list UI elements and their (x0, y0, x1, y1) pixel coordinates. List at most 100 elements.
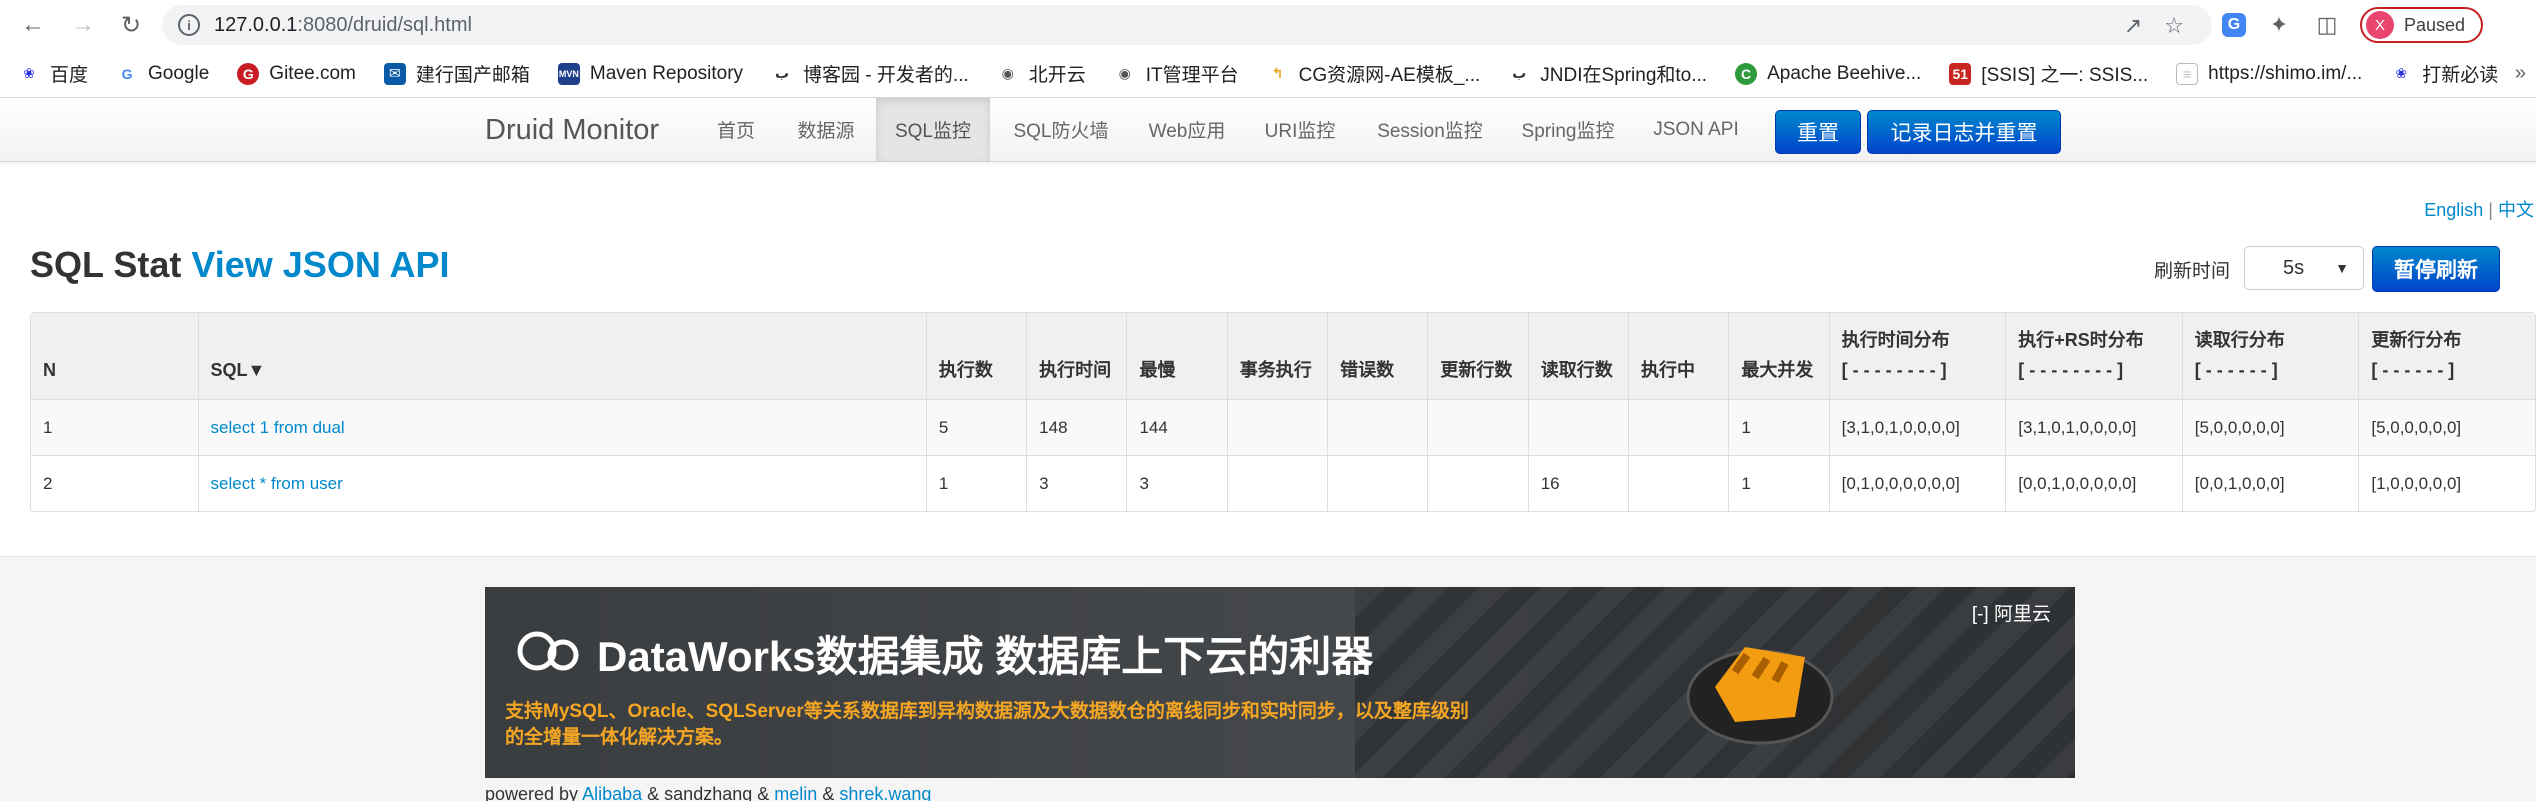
col-header[interactable]: 执行+RS时分布[ - - - - - - - - ] (2005, 313, 2182, 399)
col-header[interactable]: 最大并发 (1728, 313, 1829, 399)
col-header[interactable]: 读取行数 (1527, 313, 1629, 399)
aliyun-logo: [-] 阿里云 (1972, 599, 2051, 626)
aliyun-bracket-icon: [-] (1971, 604, 1989, 625)
bookmark-item[interactable]: ❀ 百度 (18, 60, 88, 87)
cell: 144 (1126, 399, 1227, 455)
bookmark-label: Google (148, 62, 210, 84)
back-icon[interactable]: ← (8, 0, 58, 50)
cell (1226, 399, 1328, 455)
bookmark-item[interactable]: ◉ 北开云 (997, 60, 1086, 87)
mail-icon: ✉ (383, 62, 406, 85)
powered-by: powered by Alibaba & sandzhang & melin &… (485, 784, 931, 801)
cell: [3,1,0,1,0,0,0,0] (1828, 399, 2006, 455)
bookmark-label: IT管理平台 (1145, 65, 1239, 86)
bookmark-item[interactable]: ✉ 建行国产邮箱 (383, 60, 530, 87)
melin-link[interactable]: melin (774, 784, 817, 801)
col-header[interactable]: 错误数 (1327, 313, 1428, 399)
col-header[interactable]: 执行中 (1628, 313, 1729, 399)
cell (1226, 455, 1328, 511)
cell: [5,0,0,0,0,0] (2181, 399, 2359, 455)
nav-json-api[interactable]: JSON API (1640, 98, 1752, 161)
nav-datasource[interactable]: 数据源 (780, 98, 872, 161)
col-header[interactable]: 执行时间 (1026, 313, 1127, 399)
sandzhang-text: sandzhang (664, 784, 753, 801)
globe-icon: ◉ (1001, 65, 1014, 81)
bookmark-item[interactable]: ≡ https://shimo.im/... (2176, 62, 2362, 85)
col-header[interactable]: 执行时间分布[ - - - - - - - - ] (1828, 313, 2006, 399)
shrek-link[interactable]: shrek.wang (839, 784, 931, 801)
bookmark-item[interactable]: G Gitee.com (237, 62, 356, 85)
bookmark-star-icon[interactable]: ☆ (2164, 13, 2184, 39)
druid-navbar: Druid Monitor 首页 数据源 SQL监控 SQL防火墙 Web应用 … (0, 98, 2536, 162)
bookmark-item[interactable]: MVN Maven Repository (557, 62, 743, 85)
more-bookmarks-icon[interactable]: » (2515, 62, 2526, 85)
share-icon[interactable]: ↗ (2124, 13, 2142, 39)
lang-chinese-link[interactable]: 中文 (2498, 200, 2534, 220)
bookmark-item[interactable]: ◉ IT管理平台 (1114, 60, 1239, 87)
refresh-interval-select[interactable]: 5s ▼ (2244, 246, 2364, 290)
col-header-sql-sort[interactable]: SQL▼ (197, 313, 926, 399)
col-header[interactable]: 更新行数 (1427, 313, 1528, 399)
cell (1427, 399, 1528, 455)
orange-chip-icon (1686, 647, 1834, 745)
col-header[interactable]: 执行数 (925, 313, 1027, 399)
site-info-icon[interactable]: i (178, 14, 200, 36)
bookmark-item[interactable]: 51 [SSIS] 之一: SSIS... (1949, 60, 2148, 87)
side-panel-icon[interactable]: ◫ (2312, 10, 2342, 40)
nav-uri[interactable]: URI监控 (1250, 98, 1350, 161)
extensions-icon[interactable]: ✦ (2264, 10, 2294, 40)
nav-spring[interactable]: Spring监控 (1512, 98, 1624, 161)
sql-detail-link[interactable]: select 1 from dual (211, 418, 345, 437)
forward-icon[interactable]: → (58, 0, 108, 50)
cell (1628, 399, 1729, 455)
cell (1327, 399, 1428, 455)
bookmark-item[interactable]: ب 博客园 - 开发者的... (771, 60, 969, 87)
alibaba-link[interactable]: Alibaba (582, 784, 642, 801)
page-title-text: SQL Stat (30, 244, 182, 285)
cell (1427, 455, 1528, 511)
browser-toolbar: ← → ↻ i 127.0.0.1:8080/druid/sql.html ↗ … (0, 0, 2536, 50)
bookmark-label: 北开云 (1028, 65, 1086, 86)
sql-detail-link[interactable]: select * from user (211, 474, 343, 493)
brand[interactable]: Druid Monitor (485, 114, 659, 147)
pause-refresh-button[interactable]: 暂停刷新 (2372, 246, 2500, 292)
cell: 3 (1126, 455, 1227, 511)
cell: 148 (1026, 399, 1127, 455)
reset-button[interactable]: 重置 (1775, 110, 1861, 154)
reload-icon[interactable]: ↻ (106, 0, 156, 50)
lang-english-link[interactable]: English (2424, 200, 2483, 220)
bookmark-label: [SSIS] 之一: SSIS... (1981, 65, 2149, 86)
nav-session[interactable]: Session监控 (1370, 98, 1490, 161)
bookmark-item[interactable]: ب JNDI在Spring和to... (1508, 60, 1707, 87)
chevron-down-icon: ▼ (2335, 260, 2349, 276)
bookmark-label: 百度 (50, 65, 89, 86)
dataworks-ad-banner[interactable]: DataWorks数据集成 数据库上下云的利器 支持MySQL、Oracle、S… (485, 587, 2075, 778)
translate-icon[interactable]: G (2222, 13, 2246, 37)
bookmark-item[interactable]: ↰ CG资源网-AE模板_... (1267, 60, 1480, 87)
profile-button[interactable]: X Paused (2360, 7, 2484, 43)
amp: & (822, 784, 835, 801)
nav-wall[interactable]: SQL防火墙 (1000, 98, 1122, 161)
bookmark-label: JNDI在Spring和to... (1540, 65, 1708, 86)
cell: 1 (1728, 455, 1829, 511)
nav-webapp[interactable]: Web应用 (1136, 98, 1238, 161)
bookmark-item[interactable]: G Google (116, 62, 210, 85)
nav-sql[interactable]: SQL监控 (876, 98, 990, 161)
bookmark-item[interactable]: C Apache Beehive... (1735, 62, 1921, 85)
col-header[interactable]: 最慢 (1126, 313, 1227, 399)
log-and-reset-button[interactable]: 记录日志并重置 (1867, 110, 2061, 154)
view-json-api-link[interactable]: View JSON API (191, 244, 449, 285)
address-bar[interactable]: i 127.0.0.1:8080/druid/sql.html ↗ ☆ (162, 5, 2212, 45)
bookmark-label: 博客园 - 开发者的... (803, 65, 969, 86)
col-header[interactable]: 读取行分布[ - - - - - - ] (2181, 313, 2359, 399)
cell: 1 (1728, 399, 1829, 455)
avatar: X (2366, 11, 2394, 39)
profile-status: Paused (2404, 14, 2466, 35)
col-header[interactable]: 更新行分布[ - - - - - - ] (2358, 313, 2535, 399)
baidu-paw-icon: ❀ (23, 65, 35, 81)
nav-home[interactable]: 首页 (700, 98, 772, 161)
bookmark-item[interactable]: ❀ 打新必读 (2390, 60, 2498, 87)
refresh-label: 刷新时间 (2154, 261, 2231, 282)
page-icon: ≡ (2176, 62, 2199, 85)
col-header[interactable]: 事务执行 (1226, 313, 1328, 399)
